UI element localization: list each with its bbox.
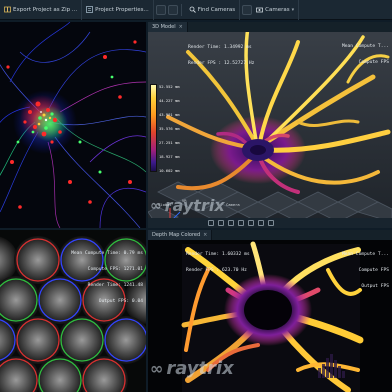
depth-render-stats: Render Time: 1.60332 ms Render FPS : 623… bbox=[186, 241, 250, 284]
view-tool-icon-6[interactable] bbox=[258, 220, 264, 226]
depth-stat-mean-compute: Mean Compute T... bbox=[341, 251, 389, 257]
close-icon[interactable]: × bbox=[203, 232, 207, 238]
raytrix-watermark-bottom: ∞ raytrix bbox=[150, 358, 234, 379]
scale-label-3: 43.901 mm bbox=[159, 112, 180, 117]
raytrix-logo-icon: ∞ bbox=[150, 197, 162, 214]
scale-label-1: 52.552 mm bbox=[159, 84, 180, 89]
export-zip-icon bbox=[4, 6, 11, 13]
tab-3d-model[interactable]: 3D Model × bbox=[148, 22, 188, 32]
view-tool-icon-4[interactable] bbox=[238, 220, 244, 226]
raytrix-viewer-app: Export Project as Zip ... Project Proper… bbox=[0, 0, 392, 392]
view-tool-icon-3[interactable] bbox=[228, 220, 234, 226]
search-icon bbox=[189, 6, 196, 13]
raw-stat-output-fps: Output FPS: 0.04 bbox=[98, 299, 143, 305]
project-properties-button[interactable]: Project Properties... bbox=[82, 0, 154, 20]
raw-stats: Mean Compute Time: 0.79 ms Compute FPS: … bbox=[71, 240, 143, 316]
project-properties-label: Project Properties... bbox=[95, 6, 149, 13]
scale-label-5: 27.251 mm bbox=[159, 140, 180, 145]
model-3d-render-fps: Render FPS : 12.52727 Hz bbox=[188, 61, 255, 67]
scale-label-7: 10.602 mm bbox=[159, 168, 180, 173]
camera-icon bbox=[256, 6, 264, 13]
raw-stat-compute-fps: Compute FPS: 1271.01 bbox=[87, 267, 143, 273]
chevron-down-icon: ▾ bbox=[291, 6, 295, 13]
depth-color-scale bbox=[150, 84, 157, 172]
find-cameras-button[interactable]: Find Cameras bbox=[185, 0, 241, 20]
export-zip-label: Export Project as Zip ... bbox=[13, 6, 78, 13]
export-zip-button[interactable]: Export Project as Zip ... bbox=[0, 0, 83, 20]
main-toolbar: Export Project as Zip ... Project Proper… bbox=[0, 0, 392, 20]
raw-stat-render-time: Render Time: 1241.48 bbox=[87, 283, 143, 289]
axis-label-camera: Camera bbox=[226, 202, 240, 207]
cameras-label: Cameras bbox=[265, 6, 290, 13]
toolbar-small-button-1[interactable] bbox=[155, 4, 166, 15]
scale-label-2: 44.227 mm bbox=[159, 98, 180, 103]
tab-3d-model-label: 3D Model bbox=[152, 24, 176, 30]
raytrix-watermark-top: ∞ raytrix bbox=[150, 196, 225, 215]
tab-depth-map-colored[interactable]: Depth Map Colored × bbox=[148, 230, 213, 240]
properties-icon bbox=[86, 6, 93, 13]
find-cameras-label: Find Cameras bbox=[197, 6, 236, 13]
toolbar-separator bbox=[180, 3, 182, 16]
depth-stat-output-fps: Output FPS bbox=[361, 284, 389, 290]
view-tool-icon-1[interactable] bbox=[208, 220, 214, 226]
raytrix-logo-icon: ∞ bbox=[150, 359, 164, 378]
model-3d-render-time: Render Time: 1.34992 ms bbox=[188, 44, 252, 50]
raytrix-brand-text: raytrix bbox=[166, 358, 234, 379]
view-tool-icon-5[interactable] bbox=[248, 220, 254, 226]
cameras-dropdown[interactable]: Cameras ▾ bbox=[252, 0, 300, 20]
raw-microlens-view[interactable]: Mean Compute Time: 0.79 ms Compute FPS: … bbox=[0, 230, 146, 392]
fluorescence-view[interactable] bbox=[0, 22, 146, 228]
raytrix-brand-text: raytrix bbox=[164, 196, 225, 215]
scale-label-4: 35.576 mm bbox=[159, 126, 180, 131]
model-3d-render-stats: Render Time: 1.34992 ms Render FPS : 12.… bbox=[188, 34, 254, 77]
depth-compute-stats: Mean Compute T... Compute FPS Output FPS bbox=[342, 241, 389, 300]
view-tool-icon-7[interactable] bbox=[268, 220, 274, 226]
toolbar-small-button-2[interactable] bbox=[167, 4, 178, 15]
model-3d-stat-1: Mean Compute T... bbox=[341, 43, 389, 49]
toolbar-small-button-3[interactable] bbox=[242, 4, 253, 15]
fluorescence-image bbox=[0, 22, 146, 228]
model-3d-stats: Mean Compute T... Compute FPS bbox=[342, 33, 389, 76]
model-3d-toolbar bbox=[148, 218, 392, 228]
depth-render-time: Render Time: 1.60332 ms bbox=[186, 251, 250, 257]
model-3d-stat-2: Compute FPS bbox=[358, 60, 389, 66]
close-icon[interactable]: × bbox=[179, 24, 183, 30]
depth-render-fps: Render FPS : 623.70 Hz bbox=[186, 268, 247, 274]
scale-label-6: 18.927 mm bbox=[159, 154, 180, 159]
tab-depth-map-label: Depth Map Colored bbox=[152, 232, 201, 238]
depth-stat-compute-fps: Compute FPS bbox=[358, 268, 389, 274]
view-tool-icon-2[interactable] bbox=[218, 220, 224, 226]
raw-stat-mean-compute: Mean Compute Time: 0.79 ms bbox=[71, 250, 143, 256]
